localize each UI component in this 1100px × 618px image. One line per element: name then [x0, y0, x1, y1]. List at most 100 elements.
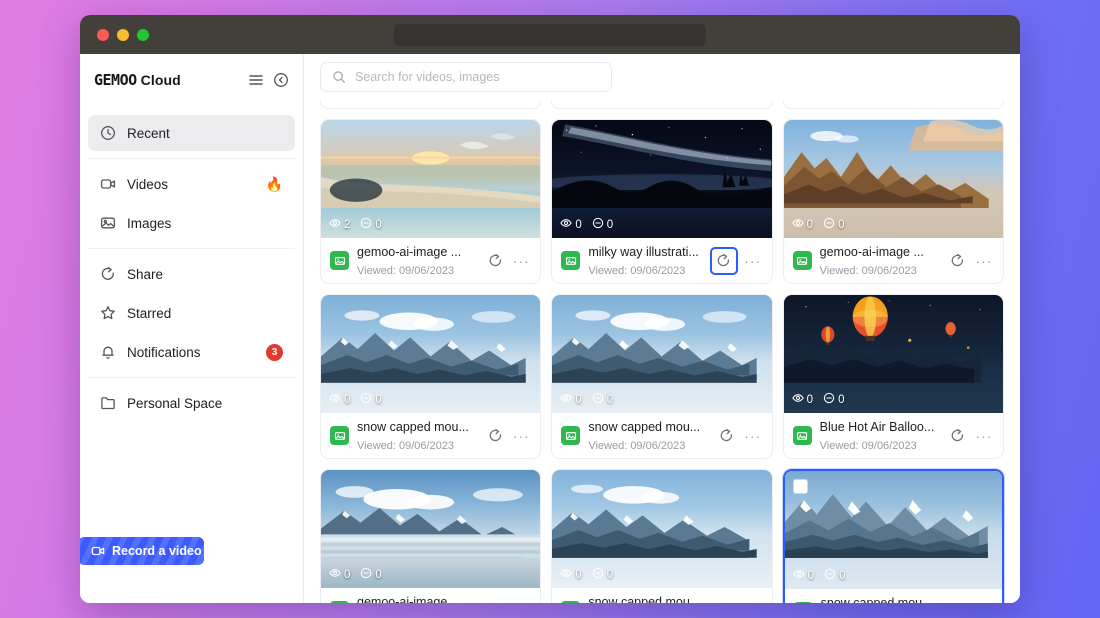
search-icon	[332, 70, 346, 84]
views-count: 0	[575, 568, 582, 581]
partial-row-above	[320, 100, 1004, 109]
maximize-window-button[interactable]	[137, 28, 149, 41]
media-grid-scroll[interactable]: 2 0 gemoo-ai-image ... Viewed: 09/06/202…	[304, 100, 1020, 603]
comments-count: 0	[838, 218, 845, 231]
partial-card	[551, 100, 773, 109]
card-footer: snow capped mou... Viewed: 09/06/2023 ··…	[321, 413, 541, 458]
card-thumbnail[interactable]: 0 0	[783, 295, 1003, 413]
record-button-label: Record a video	[112, 544, 202, 558]
share-icon[interactable]	[716, 425, 738, 447]
sidebar-group-2: Videos 🔥 Images	[88, 158, 295, 248]
record-a-video-button[interactable]: Record a video	[80, 537, 204, 565]
more-options-icon[interactable]: ···	[510, 600, 532, 604]
sidebar-item-notifications[interactable]: Notifications 3	[88, 334, 295, 370]
more-options-icon[interactable]: ···	[510, 250, 532, 272]
sidebar-header: GEMOO Cloud	[80, 60, 303, 100]
address-bar[interactable]	[394, 23, 706, 46]
card-footer: snow capped mou... Viewed: 09/06/2023 ··…	[552, 413, 772, 458]
sidebar-item-videos[interactable]: Videos 🔥	[88, 166, 295, 202]
star-icon	[100, 305, 116, 321]
more-options-icon[interactable]: ···	[742, 425, 764, 447]
comments-stat: 0	[824, 568, 845, 583]
card-title: gemoo-ai-image ...	[357, 244, 462, 259]
comment-icon	[823, 392, 835, 407]
media-card[interactable]: 0 0 milky way illustrati... Viewed: 09/0…	[551, 119, 773, 284]
video-camera-icon	[91, 546, 105, 556]
sidebar-item-label: Share	[127, 266, 164, 282]
views-stat: 0	[792, 568, 815, 583]
more-options-icon[interactable]: ···	[742, 600, 764, 604]
more-options-icon[interactable]: ···	[742, 250, 764, 272]
card-thumbnail[interactable]: 0 0	[552, 120, 772, 238]
card-stats: 2 0	[329, 217, 382, 232]
card-select-checkbox[interactable]	[792, 479, 808, 494]
views-stat: 0	[560, 567, 582, 582]
views-count: 0	[575, 393, 582, 406]
collapse-sidebar-icon[interactable]	[273, 72, 289, 88]
views-count: 0	[807, 569, 815, 582]
share-icon[interactable]	[946, 601, 968, 604]
card-thumbnail[interactable]: 0 0	[321, 470, 541, 588]
views-count: 0	[806, 218, 814, 231]
share-icon[interactable]	[484, 250, 506, 272]
card-title: snow capped mou...	[357, 419, 469, 434]
window-controls	[97, 28, 149, 41]
card-stats: 0 0	[560, 392, 613, 407]
sidebar-item-label: Recent	[127, 125, 170, 141]
sidebar-item-personal-space[interactable]: Personal Space	[88, 385, 295, 421]
more-options-icon[interactable]: ···	[972, 601, 994, 604]
card-footer: gemoo-ai-image ... Viewed: 09/06/2023 ··…	[321, 588, 541, 604]
search-bar	[304, 54, 1020, 100]
main-content: 2 0 gemoo-ai-image ... Viewed: 09/06/202…	[304, 54, 1020, 603]
comment-icon	[823, 217, 835, 232]
comments-count: 0	[606, 393, 614, 406]
image-file-icon	[561, 426, 581, 445]
card-thumbnail[interactable]: 0 0	[552, 295, 772, 413]
search-input[interactable]	[355, 70, 600, 84]
share-icon[interactable]	[947, 425, 969, 447]
more-options-icon[interactable]: ···	[973, 250, 995, 272]
card-subtitle: Viewed: 09/06/2023	[819, 439, 917, 452]
share-icon[interactable]	[709, 246, 738, 275]
sidebar-item-label: Images	[127, 215, 172, 231]
media-card[interactable]: 0 0 snow capped mou... Viewed: 09/06/202…	[320, 294, 542, 459]
share-icon[interactable]	[484, 425, 506, 447]
image-file-icon	[330, 251, 349, 270]
card-actions: ···	[947, 250, 995, 272]
media-card[interactable]: 0 0 Blue Hot Air Balloo... Viewed: 09/06…	[782, 294, 1004, 459]
sidebar-item-label: Starred	[127, 305, 172, 321]
share-icon[interactable]	[947, 250, 969, 272]
search-box[interactable]	[320, 62, 612, 92]
image-file-icon	[330, 426, 349, 445]
media-card[interactable]: 2 0 gemoo-ai-image ... Viewed: 09/06/202…	[320, 119, 542, 284]
more-options-icon[interactable]: ···	[510, 425, 532, 447]
minimize-window-button[interactable]	[117, 28, 129, 41]
card-thumbnail[interactable]: 0 0	[321, 295, 541, 413]
sidebar-nav: Recent Videos 🔥 Images Share Starred Not…	[80, 100, 303, 428]
sidebar-item-share[interactable]: Share	[88, 256, 295, 292]
media-card[interactable]: 0 0 gemoo-ai-image ... Viewed: 09/06/202…	[782, 119, 1004, 284]
sidebar-item-recent[interactable]: Recent	[88, 115, 295, 151]
sidebar-item-starred[interactable]: Starred	[88, 295, 295, 331]
card-thumbnail[interactable]: 0 0	[552, 470, 772, 588]
card-thumbnail[interactable]: 0 0	[783, 120, 1003, 238]
share-icon[interactable]	[716, 600, 738, 604]
card-thumbnail[interactable]: 2 0	[321, 120, 541, 238]
comment-icon	[824, 568, 836, 583]
sidebar-item-label: Videos	[127, 176, 169, 192]
media-card[interactable]: 0 0 gemoo-ai-image ... Viewed: 09/06/202…	[320, 469, 542, 604]
media-card[interactable]: 0 0 snow capped mou... Viewed: 09/06/202…	[551, 469, 773, 604]
comments-stat: 0	[360, 217, 382, 232]
more-options-icon[interactable]: ···	[973, 425, 995, 447]
media-card-selected[interactable]: 0 0 snow capped mou... Viewed: 09/06/202…	[782, 469, 1004, 604]
sidebar-item-images[interactable]: Images	[88, 205, 295, 241]
card-thumbnail[interactable]: 0 0	[784, 471, 1002, 589]
close-window-button[interactable]	[97, 28, 109, 41]
card-footer: Blue Hot Air Balloo... Viewed: 09/06/202…	[783, 413, 1003, 458]
hamburger-menu-icon[interactable]	[248, 72, 264, 88]
share-icon[interactable]	[484, 600, 506, 604]
sidebar-item-label: Personal Space	[127, 395, 223, 411]
views-count: 0	[344, 393, 351, 406]
media-card[interactable]: 0 0 snow capped mou... Viewed: 09/06/202…	[551, 294, 773, 459]
image-file-icon	[793, 602, 813, 603]
